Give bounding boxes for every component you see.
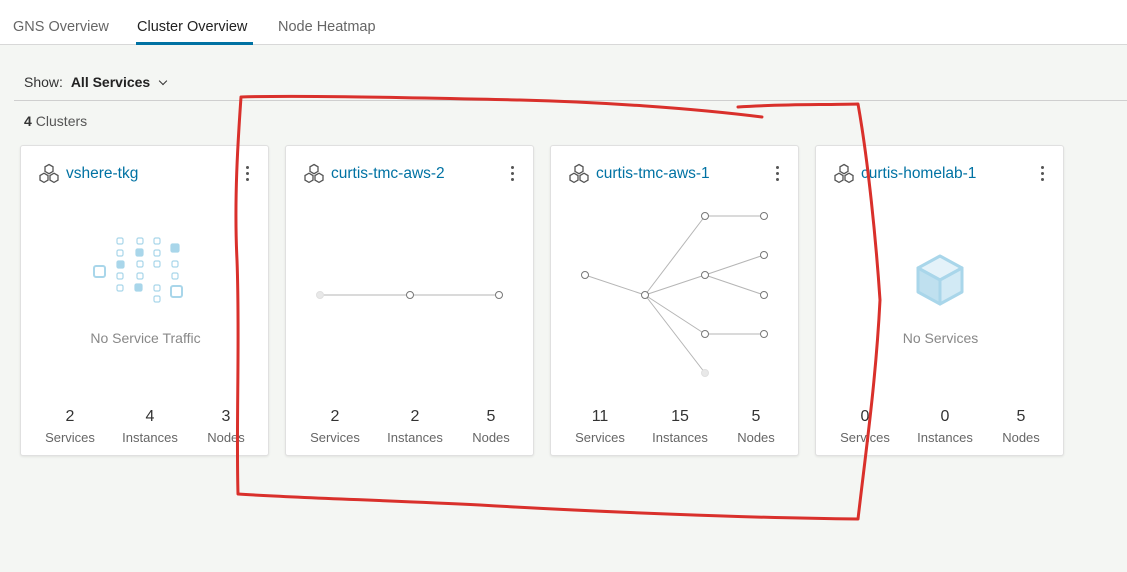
cluster-name-link[interactable]: curtis-tmc-aws-1 <box>596 165 710 183</box>
graph-node[interactable] <box>641 291 649 299</box>
stat-services: 0 Services <box>820 408 910 445</box>
cluster-card[interactable]: curtis-tmc-aws-2 2 Services 2 Instances 5N… <box>285 145 534 456</box>
cluster-count: 4 Clusters <box>24 113 87 129</box>
cluster-stats: 0 Services 0 Instances 5 Nodes <box>816 408 1065 448</box>
stat-label: Nodes <box>207 430 245 445</box>
graph-node[interactable] <box>760 251 768 259</box>
stat-nodes: 3 Nodes <box>181 408 271 445</box>
card-header: vshere-tkg <box>37 163 138 185</box>
more-options-icon[interactable] <box>1041 166 1045 182</box>
no-services-message: No Services <box>902 330 979 346</box>
graph-node[interactable] <box>701 330 709 338</box>
graph-node[interactable] <box>581 271 589 279</box>
stat-label: Nodes <box>472 430 510 445</box>
graph-node[interactable] <box>495 291 503 299</box>
stat-label: Services <box>840 430 890 445</box>
stat-value: 2 <box>65 408 75 425</box>
active-tab-indicator <box>136 42 253 45</box>
stat-label: Nodes <box>1002 430 1040 445</box>
cluster-icon <box>569 163 589 184</box>
graph-node[interactable] <box>406 291 414 299</box>
cluster-icon <box>39 163 59 184</box>
cluster-name-link[interactable]: curtis-tmc-aws-2 <box>331 165 445 183</box>
stat-label: Nodes <box>737 430 775 445</box>
graph-node[interactable] <box>760 291 768 299</box>
cluster-count-number: 4 <box>24 113 32 129</box>
stat-value: 5 <box>751 408 761 425</box>
show-filter-dropdown[interactable]: All Services <box>71 74 150 90</box>
cluster-card[interactable]: vshere-tkg No Service Traffic 2 Services… <box>20 145 269 456</box>
tab-node-heatmap[interactable]: Node Heatmap <box>278 19 376 35</box>
service-graph <box>316 291 503 299</box>
cluster-card[interactable]: curtis-homelab-1 No Services 0 Services 0… <box>815 145 1064 456</box>
stat-services: 2 Services <box>25 408 115 445</box>
stat-value: 2 <box>330 408 340 425</box>
stat-nodes: 5 Nodes <box>976 408 1066 445</box>
cluster-stats: 2 Services 4 Instances 3 Nodes <box>21 408 270 448</box>
cluster-name-link[interactable]: curtis-homelab-1 <box>861 165 976 183</box>
graph-node[interactable] <box>760 330 768 338</box>
cluster-name-link[interactable]: vshere-tkg <box>66 165 138 183</box>
cluster-stats: 11 Services 15 Instances 5 Nodes <box>551 408 800 448</box>
cluster-stats: 2 Services 2 Instances 5 Nodes <box>286 408 535 448</box>
more-options-icon[interactable] <box>776 166 780 182</box>
tab-bar: GNS Overview Cluster Overview Node Heatm… <box>0 0 1127 45</box>
stat-label: Services <box>45 430 95 445</box>
stat-nodes: 5 Nodes <box>446 408 536 445</box>
tab-cluster-overview[interactable]: Cluster Overview <box>137 19 247 35</box>
stat-services: 2 Services <box>290 408 380 445</box>
no-traffic-message: No Service Traffic <box>90 330 201 346</box>
show-filter: Show: All Services <box>24 74 168 90</box>
graph-node[interactable] <box>701 271 709 279</box>
service-traffic-placeholder-icon <box>93 237 183 303</box>
card-header: curtis-tmc-aws-2 <box>302 163 445 185</box>
cube-icon <box>916 254 964 306</box>
more-options-icon[interactable] <box>246 166 250 182</box>
stat-value: 0 <box>860 408 870 425</box>
chevron-down-icon[interactable] <box>158 76 168 86</box>
graph-node[interactable] <box>701 212 709 220</box>
stat-services: 11 Services <box>555 408 645 445</box>
graph-node[interactable] <box>316 291 324 299</box>
cluster-card[interactable]: curtis-tmc-aws-1 11 Services 15 Instance… <box>550 145 799 456</box>
card-header: curtis-tmc-aws-1 <box>567 163 710 185</box>
service-graph <box>581 212 768 377</box>
show-filter-label: Show: <box>24 74 63 90</box>
stat-nodes: 5 Nodes <box>711 408 801 445</box>
card-header: curtis-homelab-1 <box>832 163 976 185</box>
stat-label: Services <box>310 430 360 445</box>
more-options-icon[interactable] <box>511 166 515 182</box>
graph-node[interactable] <box>701 369 709 377</box>
divider <box>14 100 1127 101</box>
stat-value: 3 <box>221 408 231 425</box>
cluster-icon <box>304 163 324 184</box>
cluster-icon <box>834 163 854 184</box>
stat-value: 5 <box>486 408 496 425</box>
tab-gns-overview[interactable]: GNS Overview <box>13 19 109 35</box>
stat-label: Services <box>575 430 625 445</box>
graph-node[interactable] <box>760 212 768 220</box>
stat-value: 5 <box>1016 408 1026 425</box>
stat-value: 11 <box>591 408 609 425</box>
cluster-count-label: Clusters <box>35 113 88 129</box>
